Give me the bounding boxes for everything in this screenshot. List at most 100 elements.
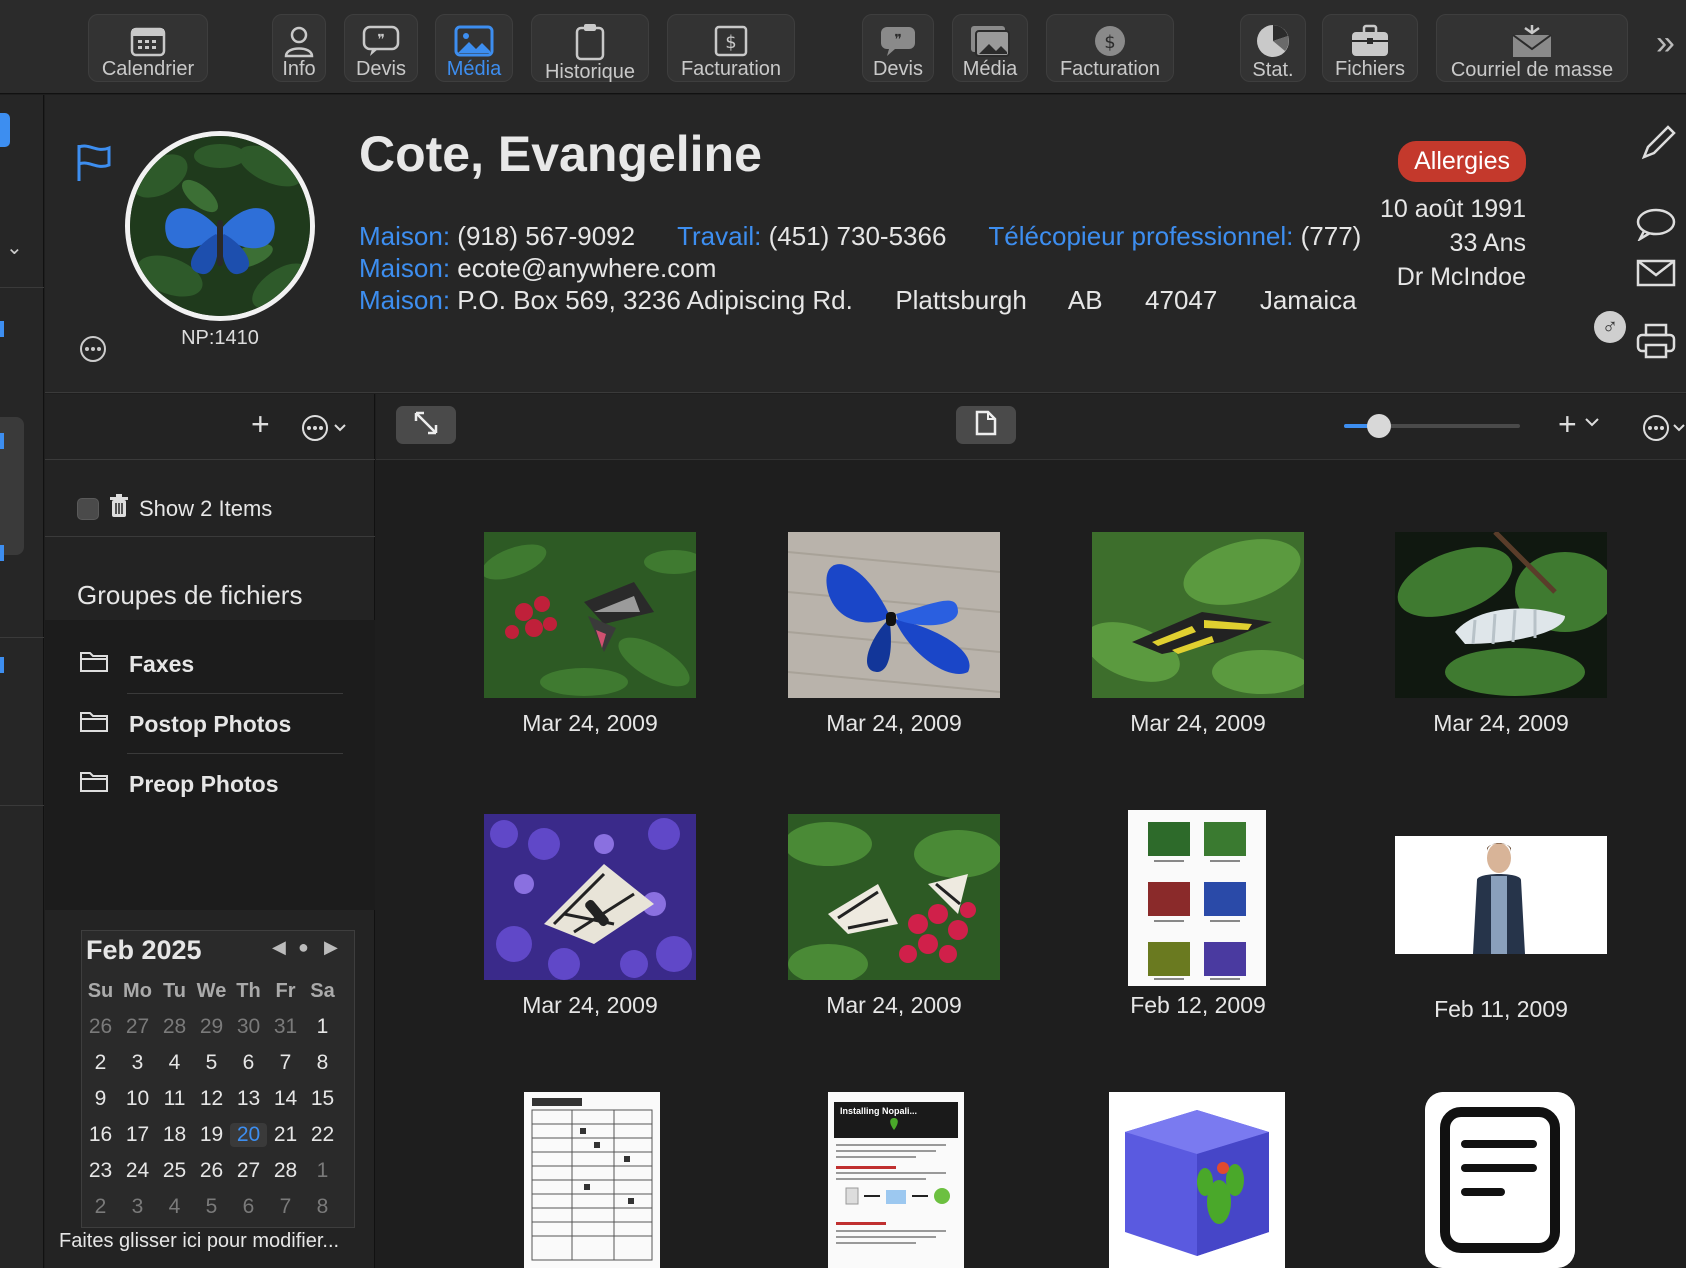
file-group-item[interactable]: Postop Photos [79,694,343,754]
email-value[interactable]: ecote@anywhere.com [457,253,716,283]
calendar-day[interactable]: 21 [267,1123,304,1147]
media-date: Feb 11, 2009 [1434,996,1568,1022]
allergies-badge[interactable]: Allergies [1398,141,1526,182]
calendar-day[interactable]: 1 [304,1159,341,1183]
calendar-day[interactable]: 13 [230,1087,267,1111]
calendar-day[interactable]: 7 [267,1051,304,1075]
media-thumbnail[interactable]: Mar 24, 2009 [1395,532,1607,742]
printer-icon[interactable] [1636,323,1676,364]
edge-selected-marker[interactable] [0,113,10,147]
media-thumbnail[interactable]: Feb 12, 2009 [1092,810,1304,1024]
toolbar-billing-button[interactable]: $ Facturation [667,14,795,82]
message-bubble-icon[interactable] [1636,207,1676,246]
calendar-day[interactable]: 6 [230,1051,267,1075]
toolbar-quotes-button[interactable]: ❞ Devis [344,14,418,82]
calendar-day[interactable]: 25 [156,1159,193,1183]
phone-home-value[interactable]: (918) 567-9092 [457,221,635,251]
more-options-icon[interactable] [79,335,107,368]
toolbar-info-button[interactable]: Info [272,14,326,82]
file-group-item[interactable]: Faxes [79,634,343,694]
calendar-day[interactable]: 31 [267,1015,304,1039]
expand-view-button[interactable] [396,406,456,444]
file-group-item[interactable]: Preop Photos [79,754,343,814]
phone-work-value[interactable]: (451) 730-5366 [769,221,947,251]
chevron-down-icon[interactable] [1584,416,1600,434]
add-media-plus-icon[interactable]: + [1558,408,1577,440]
media-thumbnail[interactable] [1425,1092,1575,1268]
calendar-day[interactable]: 28 [267,1159,304,1183]
media-thumbnail[interactable]: Mar 24, 2009 [788,814,1000,1024]
calendar-day[interactable]: 14 [267,1087,304,1111]
toolbar-stats-button[interactable]: Stat. [1240,14,1306,82]
previous-month-arrow-icon[interactable]: ◀ [272,937,286,958]
more-options-icon[interactable] [1642,414,1686,447]
add-group-plus-icon[interactable]: + [251,408,270,440]
media-thumbnail[interactable] [524,1092,660,1268]
calendar-day[interactable]: 27 [230,1159,267,1183]
show-items-toggle[interactable]: Show 2 Items [77,494,272,524]
calendar-day[interactable]: 2 [82,1051,119,1075]
address-street[interactable]: P.O. Box 569, 3236 Adipiscing Rd. [457,285,853,315]
media-thumbnail[interactable]: Mar 24, 2009 [788,532,1000,742]
calendar-day[interactable]: 7 [267,1195,304,1219]
calendar-day[interactable]: 2 [82,1195,119,1219]
calendar-day[interactable]: 27 [119,1015,156,1039]
media-thumbnail[interactable]: Mar 24, 2009 [1092,532,1304,742]
toolbar-billing2-button[interactable]: $ Facturation [1046,14,1174,82]
calendar-day[interactable]: 5 [193,1051,230,1075]
toolbar-media2-button[interactable]: Média [952,14,1028,82]
calendar-day[interactable]: 12 [193,1087,230,1111]
calendar-day[interactable]: 11 [156,1087,193,1111]
calendar-day[interactable]: 5 [193,1195,230,1219]
calendar-day[interactable]: 30 [230,1015,267,1039]
calendar-day[interactable]: 24 [119,1159,156,1183]
next-month-arrow-icon[interactable]: ▶ [324,937,338,958]
calendar-day[interactable]: 22 [304,1123,341,1147]
calendar-day[interactable]: 28 [156,1015,193,1039]
toolbar-mass-mail-button[interactable]: Courriel de masse [1436,14,1628,82]
thumbnail-size-slider[interactable] [1344,414,1520,438]
patient-avatar[interactable] [125,131,315,321]
calendar-day[interactable]: 4 [156,1195,193,1219]
media-thumbnail[interactable]: Mar 24, 2009 [484,532,696,742]
calendar-day[interactable]: 16 [82,1123,119,1147]
calendar-day[interactable]: 26 [82,1015,119,1039]
calendar-day[interactable]: 15 [304,1087,341,1111]
toolbar-calendar-button[interactable]: Calendrier [88,14,208,82]
slider-knob[interactable] [1367,414,1392,438]
calendar-day[interactable]: 26 [193,1159,230,1183]
media-thumbnail[interactable]: Installing Nopali... [828,1092,964,1268]
calendar-day[interactable]: 10 [119,1087,156,1111]
calendar-day[interactable]: 8 [304,1195,341,1219]
calendar-day[interactable]: 19 [193,1123,230,1147]
calendar-day[interactable]: 1 [304,1015,341,1039]
toolbar-overflow-chevron-icon[interactable]: » [1656,24,1686,63]
calendar-day[interactable]: 18 [156,1123,193,1147]
calendar-day[interactable]: 6 [230,1195,267,1219]
calendar-day[interactable]: 8 [304,1051,341,1075]
chevron-down-icon[interactable]: ⌄ [6,235,23,260]
document-view-button[interactable] [956,406,1016,444]
fax-value[interactable]: (777) [1301,221,1362,251]
media-thumbnail[interactable]: Mar 24, 2009 [484,814,696,1024]
today-dot-icon[interactable]: ● [298,937,309,958]
flag-icon[interactable] [75,143,113,188]
calendar-day[interactable]: 9 [82,1087,119,1111]
more-options-icon[interactable] [301,414,351,447]
toolbar-history-button[interactable]: Historique [531,14,649,83]
show-items-checkbox[interactable] [77,498,99,520]
toolbar-media-button[interactable]: Média [435,14,513,82]
envelope-icon[interactable] [1636,259,1676,292]
calendar-day[interactable]: 3 [119,1051,156,1075]
calendar-today[interactable]: 20 [230,1123,267,1147]
media-thumbnail[interactable]: Feb 11, 2009 [1395,814,1607,1028]
media-thumbnail[interactable] [1109,1092,1285,1268]
calendar-day[interactable]: 4 [156,1051,193,1075]
calendar-day[interactable]: 29 [193,1015,230,1039]
toolbar-files-button[interactable]: Fichiers [1322,14,1418,82]
calendar-day[interactable]: 23 [82,1159,119,1183]
calendar-day[interactable]: 17 [119,1123,156,1147]
toolbar-quotes2-button[interactable]: ❞ Devis [862,14,934,82]
calendar-day[interactable]: 3 [119,1195,156,1219]
edit-pencil-icon[interactable] [1640,125,1676,166]
